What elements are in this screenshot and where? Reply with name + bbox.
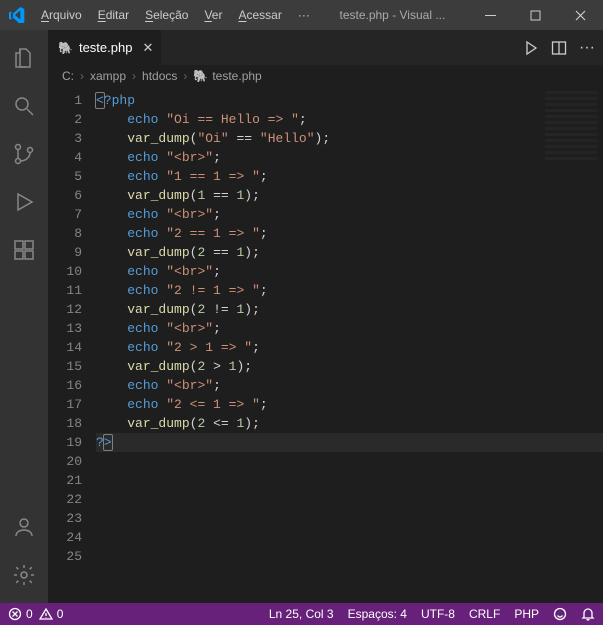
vscode-logo-icon	[0, 7, 34, 23]
code-editor[interactable]: 1234567891011121314151617181920212223242…	[48, 87, 603, 603]
breadcrumb-seg[interactable]: C:	[62, 69, 74, 83]
activity-debug-icon[interactable]	[0, 180, 48, 224]
menu-file-label: Arquivorquivo	[49, 8, 82, 22]
status-feedback-icon[interactable]	[553, 607, 567, 621]
status-errors[interactable]: 0	[8, 607, 33, 621]
chevron-right-icon: ›	[80, 69, 84, 83]
status-bar: 0 0 Ln 25, Col 3 Espaços: 4 UTF-8 CRLF P…	[0, 603, 603, 625]
activity-account-icon[interactable]	[0, 505, 48, 549]
menu-edit[interactable]: Editar	[91, 4, 136, 26]
window-minimize-button[interactable]	[468, 0, 513, 30]
activity-settings-icon[interactable]	[0, 553, 48, 597]
status-ln-col[interactable]: Ln 25, Col 3	[269, 607, 334, 621]
activity-source-control-icon[interactable]	[0, 132, 48, 176]
status-notifications-icon[interactable]	[581, 607, 595, 621]
chevron-right-icon: ›	[132, 69, 136, 83]
php-file-icon: 🐘	[58, 41, 73, 55]
activity-search-icon[interactable]	[0, 84, 48, 128]
breadcrumb-seg[interactable]: xampp	[90, 69, 126, 83]
tab-close-icon[interactable]: ✕	[142, 40, 153, 56]
activity-explorer-icon[interactable]	[0, 36, 48, 80]
editor-area: 🐘 teste.php ✕ ··· C: › xampp › htdocs › 🐘 t…	[48, 30, 603, 603]
menu-file[interactable]: AArquivorquivo	[34, 4, 89, 26]
line-number-gutter: 1234567891011121314151617181920212223242…	[48, 87, 96, 603]
breadcrumb-seg[interactable]: teste.php	[212, 69, 261, 83]
php-file-icon: 🐘	[193, 69, 208, 83]
window-close-button[interactable]	[558, 0, 603, 30]
menu-go[interactable]: Acessar	[231, 4, 288, 26]
menu-view[interactable]: Ver	[197, 4, 229, 26]
split-editor-icon[interactable]	[551, 40, 567, 56]
chevron-right-icon: ›	[183, 69, 187, 83]
window-title: teste.php - Visual ...	[317, 8, 468, 22]
status-indent[interactable]: Espaços: 4	[348, 607, 407, 621]
tabs-row: 🐘 teste.php ✕ ···	[48, 30, 603, 65]
menu-select[interactable]: Seleção	[138, 4, 195, 26]
minimap[interactable]	[545, 91, 597, 163]
activity-bar	[0, 30, 48, 603]
tab-teste-php[interactable]: 🐘 teste.php ✕	[48, 30, 162, 65]
status-encoding[interactable]: UTF-8	[421, 607, 455, 621]
breadcrumb[interactable]: C: › xampp › htdocs › 🐘 teste.php	[48, 65, 603, 87]
editor-more-icon[interactable]: ···	[579, 39, 595, 57]
code-content[interactable]: <?php echo "Oi == Hello => "; var_dump("…	[96, 87, 603, 603]
status-warnings[interactable]: 0	[39, 607, 64, 621]
activity-extensions-icon[interactable]	[0, 228, 48, 272]
run-icon[interactable]	[523, 40, 539, 56]
status-eol[interactable]: CRLF	[469, 607, 500, 621]
menu-overflow[interactable]: ···	[291, 4, 317, 26]
status-language[interactable]: PHP	[514, 607, 539, 621]
title-bar: AArquivorquivo Editar Seleção Ver Acessa…	[0, 0, 603, 30]
tab-label: teste.php	[79, 40, 133, 55]
window-maximize-button[interactable]	[513, 0, 558, 30]
breadcrumb-seg[interactable]: htdocs	[142, 69, 177, 83]
